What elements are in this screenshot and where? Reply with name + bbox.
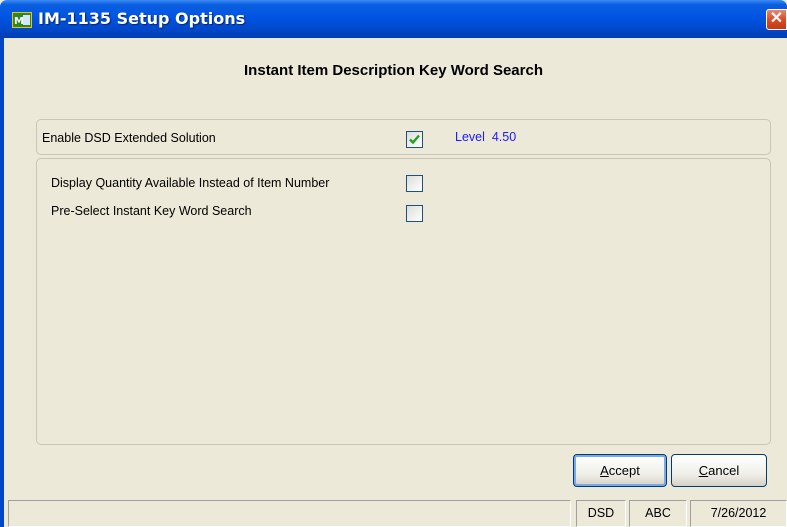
preselect-label: Pre-Select Instant Key Word Search <box>51 204 252 218</box>
checkmark-icon <box>409 134 420 145</box>
close-icon: ✕ <box>769 10 784 27</box>
svg-text:M: M <box>14 16 24 27</box>
enable-dsd-checkbox[interactable] <box>406 131 423 148</box>
setup-options-window: M IM-1135 Setup Options ✕ Instant Item D… <box>0 0 787 527</box>
options-panel <box>36 158 771 445</box>
accept-mnemonic: A <box>600 463 609 478</box>
title-bar[interactable]: M IM-1135 Setup Options ✕ <box>0 0 787 38</box>
status-company-code: DSD <box>576 500 626 527</box>
window-frame-left <box>0 38 4 527</box>
level-indicator: Level 4.50 <box>455 130 517 144</box>
status-date: 7/26/2012 <box>690 500 787 527</box>
accept-label-rest: ccept <box>608 463 640 478</box>
app-icon: M <box>12 12 32 28</box>
display-qty-checkbox[interactable] <box>406 175 423 192</box>
status-module: ABC <box>629 500 687 527</box>
cancel-mnemonic: C <box>698 463 709 478</box>
window-title: IM-1135 Setup Options <box>38 9 246 28</box>
status-message-pane <box>8 500 571 527</box>
close-button[interactable]: ✕ <box>766 9 787 30</box>
cancel-label-rest: ancel <box>708 463 740 478</box>
display-qty-label: Display Quantity Available Instead of It… <box>51 176 330 190</box>
cancel-button[interactable]: Cancel <box>671 454 767 487</box>
accept-button[interactable]: Accept <box>573 454 667 487</box>
preselect-checkbox[interactable] <box>406 205 423 222</box>
page-heading: Instant Item Description Key Word Search <box>244 62 543 79</box>
enable-dsd-label: Enable DSD Extended Solution <box>42 131 216 145</box>
